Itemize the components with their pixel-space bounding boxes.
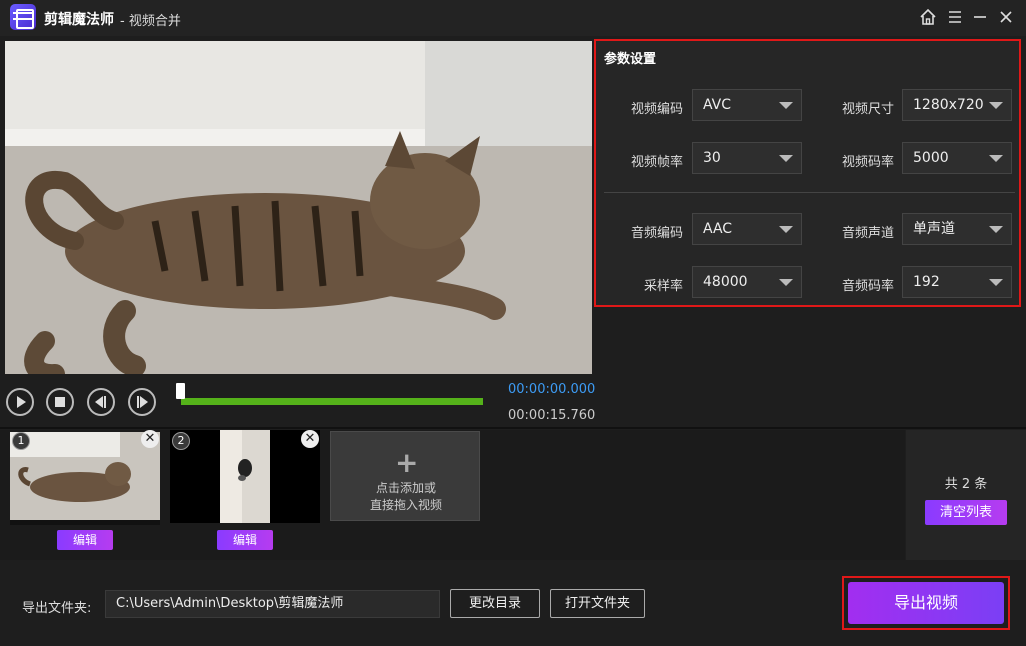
params-title: 参数设置 [604, 52, 657, 67]
frame-rate-label: 视频帧率 [630, 155, 683, 170]
app-name: 剪辑魔法师 [44, 12, 114, 28]
previous-bar [104, 396, 106, 408]
video-codec-select[interactable]: AVC [692, 89, 802, 121]
progress-handle[interactable] [176, 383, 185, 399]
clear-list-button[interactable]: 清空列表 [925, 500, 1007, 525]
next-icon [140, 396, 148, 408]
chevron-down-icon [779, 102, 793, 109]
next-bar [137, 396, 139, 408]
home-icon[interactable] [917, 6, 939, 28]
video-bitrate-label: 视频码率 [841, 155, 894, 170]
frame-rate-select[interactable]: 30 [692, 142, 802, 174]
section-divider [0, 427, 1026, 429]
audio-channel-select[interactable]: 单声道 [902, 213, 1012, 245]
params-divider [604, 192, 1015, 193]
chevron-down-icon [989, 102, 1003, 109]
video-size-select[interactable]: 1280x720 [902, 89, 1012, 121]
sample-rate-value: 48000 [703, 274, 748, 290]
audio-bitrate-select[interactable]: 192 [902, 266, 1012, 298]
chevron-down-icon [989, 226, 1003, 233]
audio-codec-label: 音频编码 [630, 226, 683, 241]
video-codec-label: 视频编码 [630, 102, 683, 117]
play-button[interactable] [6, 388, 34, 416]
stop-button[interactable] [46, 388, 74, 416]
audio-bitrate-value: 192 [913, 274, 940, 290]
chevron-down-icon [989, 279, 1003, 286]
video-preview[interactable] [5, 41, 592, 374]
audio-bitrate-label: 音频码率 [841, 279, 894, 294]
change-directory-button[interactable]: 更改目录 [450, 589, 540, 618]
clip-thumbnail-2[interactable] [170, 430, 320, 523]
export-highlight: 导出视频 [842, 576, 1010, 630]
current-time: 00:00:00.000 [508, 382, 596, 397]
clip-count: 共 2 条 [944, 477, 988, 492]
clip-number-2: 2 [172, 432, 190, 450]
audio-channel-label: 音频声道 [841, 226, 894, 241]
frame-rate-value: 30 [703, 150, 721, 166]
video-size-label: 视频尺寸 [841, 102, 894, 117]
minimize-icon[interactable] [969, 6, 991, 28]
output-folder-label: 导出文件夹: [22, 601, 92, 616]
total-time: 00:00:15.760 [508, 408, 596, 423]
open-folder-button[interactable]: 打开文件夹 [550, 589, 645, 618]
clip-list: 1 ✕ 编辑 2 ✕ 编辑 + 点击添加或 直接拖入视频 [0, 430, 905, 560]
chevron-down-icon [779, 279, 793, 286]
params-panel: 参数设置 视频编码 AVC 视频尺寸 1280x720 视频帧率 30 视频码率… [594, 39, 1021, 307]
audio-codec-select[interactable]: AAC [692, 213, 802, 245]
window-subtitle: - 视频合并 [120, 14, 181, 29]
output-path-field[interactable]: C:\Users\Admin\Desktop\剪辑魔法师 [105, 590, 440, 618]
app-logo-icon [10, 4, 36, 30]
video-size-value: 1280x720 [913, 97, 984, 113]
edit-clip-2-button[interactable]: 编辑 [217, 530, 273, 550]
chevron-down-icon [779, 226, 793, 233]
audio-channel-value: 单声道 [913, 221, 955, 237]
clip-thumbnail-1[interactable] [10, 432, 160, 525]
clip-number-1: 1 [12, 432, 30, 450]
video-codec-value: AVC [703, 97, 732, 113]
footer: 导出文件夹: C:\Users\Admin\Desktop\剪辑魔法师 更改目录… [0, 562, 1026, 646]
remove-clip-2-close-icon[interactable]: ✕ [301, 430, 319, 448]
remove-clip-1-close-icon[interactable]: ✕ [141, 430, 159, 448]
previous-icon [95, 396, 103, 408]
cat-video-frame [5, 41, 592, 374]
progress-bar[interactable] [181, 398, 483, 405]
chevron-down-icon [779, 155, 793, 162]
player-controls: 00:00:00.000 00:00:15.760 [0, 376, 1026, 428]
title-bar: 剪辑魔法师 - 视频合并 [0, 0, 1026, 36]
sample-rate-select[interactable]: 48000 [692, 266, 802, 298]
chevron-down-icon [989, 155, 1003, 162]
add-video-box[interactable]: + 点击添加或 直接拖入视频 [330, 431, 480, 521]
next-frame-button[interactable] [128, 388, 156, 416]
audio-codec-value: AAC [703, 221, 733, 237]
edit-clip-1-button[interactable]: 编辑 [57, 530, 113, 550]
video-bitrate-value: 5000 [913, 150, 949, 166]
add-video-line1: 点击添加或 [375, 481, 436, 495]
stop-icon [55, 397, 65, 407]
previous-frame-button[interactable] [87, 388, 115, 416]
menu-icon[interactable] [944, 6, 966, 28]
clip-count-panel: 共 2 条 清空列表 [906, 430, 1026, 560]
plus-icon: + [395, 446, 419, 479]
play-icon [17, 396, 26, 408]
video-bitrate-select[interactable]: 5000 [902, 142, 1012, 174]
add-video-line2: 直接拖入视频 [369, 498, 442, 512]
close-icon[interactable] [995, 6, 1017, 28]
sample-rate-label: 采样率 [643, 279, 683, 294]
export-video-button[interactable]: 导出视频 [848, 582, 1004, 624]
